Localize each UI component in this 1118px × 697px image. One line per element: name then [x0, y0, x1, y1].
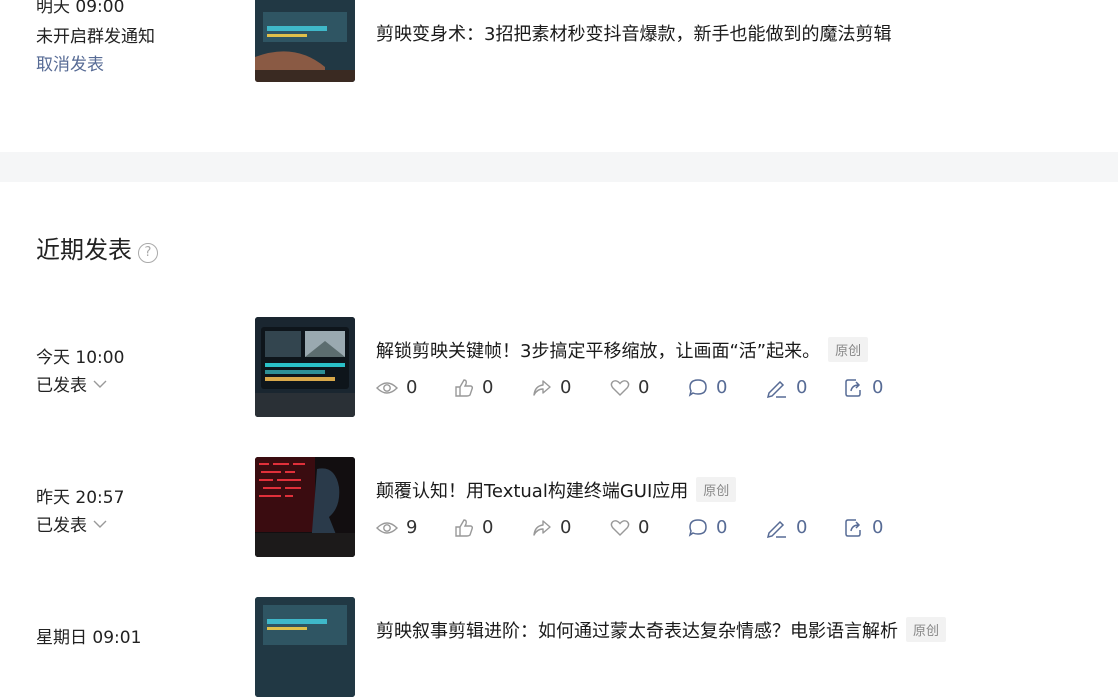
- post-thumbnail[interactable]: [255, 457, 355, 557]
- pen-icon: [766, 380, 786, 398]
- shares-stat: 0: [532, 377, 610, 398]
- post-thumbnail[interactable]: [255, 597, 355, 697]
- post-title-row: 颠覆认知！用Textual构建终端GUI应用 原创: [376, 477, 737, 503]
- pen-icon: [766, 520, 786, 538]
- post-title[interactable]: 解锁剪映关键帧！3步搞定平移缩放，让画面“活”起来。: [376, 341, 820, 362]
- heart-icon: [610, 379, 630, 396]
- views-stat: 9: [376, 517, 454, 538]
- comments-stat[interactable]: 0: [688, 517, 766, 538]
- recent-heading: 近期发表: [36, 236, 132, 264]
- favorites-stat: 0: [610, 517, 688, 538]
- post-title[interactable]: 剪映叙事剪辑进阶：如何通过蒙太奇表达复杂情感？电影语言解析: [376, 621, 898, 642]
- notify-status: 未开启群发通知: [36, 27, 155, 47]
- post-status-label: 已发表: [36, 516, 87, 536]
- scheduled-time: 明天 09:00: [36, 0, 125, 17]
- forwards-stat[interactable]: 0: [844, 517, 922, 538]
- shares-stat: 0: [532, 517, 610, 538]
- post-stats: 0 0 0 0 0 0 0: [376, 377, 922, 398]
- post-status-dropdown[interactable]: 已发表: [36, 371, 107, 396]
- scheduled-thumbnail[interactable]: [255, 0, 355, 82]
- original-badge: 原创: [696, 477, 737, 502]
- post-title-row: 剪映叙事剪辑进阶：如何通过蒙太奇表达复杂情感？电影语言解析 原创: [376, 617, 947, 643]
- eye-icon: [376, 381, 398, 394]
- share-icon: [533, 519, 551, 536]
- forward-icon: [845, 518, 861, 537]
- notes-stat[interactable]: 0: [766, 377, 844, 398]
- post-status-dropdown[interactable]: 已发表: [36, 511, 107, 536]
- thumbs-up-icon: [455, 518, 474, 537]
- original-badge: 原创: [906, 617, 947, 642]
- post-time: 今天 10:00: [36, 348, 125, 368]
- comment-icon: [688, 518, 707, 537]
- help-icon[interactable]: ?: [138, 243, 158, 263]
- heart-icon: [610, 519, 630, 536]
- post-status-label: 已发表: [36, 376, 87, 396]
- chevron-down-icon: [93, 520, 107, 528]
- recent-header: 近期发表?: [36, 230, 158, 265]
- post-title[interactable]: 颠覆认知！用Textual构建终端GUI应用: [376, 481, 688, 502]
- notes-stat[interactable]: 0: [766, 517, 844, 538]
- post-stats: 9 0 0 0 0 0 0: [376, 517, 922, 538]
- comments-stat[interactable]: 0: [688, 377, 766, 398]
- views-stat: 0: [376, 377, 454, 398]
- post-thumbnail[interactable]: [255, 317, 355, 417]
- cancel-publish-link[interactable]: 取消发表: [36, 50, 104, 75]
- post-time: 昨天 20:57: [36, 488, 125, 508]
- likes-stat: 0: [454, 517, 532, 538]
- chevron-down-icon: [93, 380, 107, 388]
- favorites-stat: 0: [610, 377, 688, 398]
- forwards-stat[interactable]: 0: [844, 377, 922, 398]
- original-badge: 原创: [828, 337, 869, 362]
- comment-icon: [688, 378, 707, 397]
- post-title-row: 解锁剪映关键帧！3步搞定平移缩放，让画面“活”起来。 原创: [376, 337, 869, 363]
- forward-icon: [845, 378, 861, 397]
- section-divider: [0, 152, 1118, 182]
- eye-icon: [376, 521, 398, 534]
- scheduled-title[interactable]: 剪映变身术：3招把素材秒变抖音爆款，新手也能做到的魔法剪辑: [376, 20, 891, 46]
- post-time: 星期日 09:01: [36, 628, 142, 648]
- thumbs-up-icon: [455, 378, 474, 397]
- likes-stat: 0: [454, 377, 532, 398]
- share-icon: [533, 379, 551, 396]
